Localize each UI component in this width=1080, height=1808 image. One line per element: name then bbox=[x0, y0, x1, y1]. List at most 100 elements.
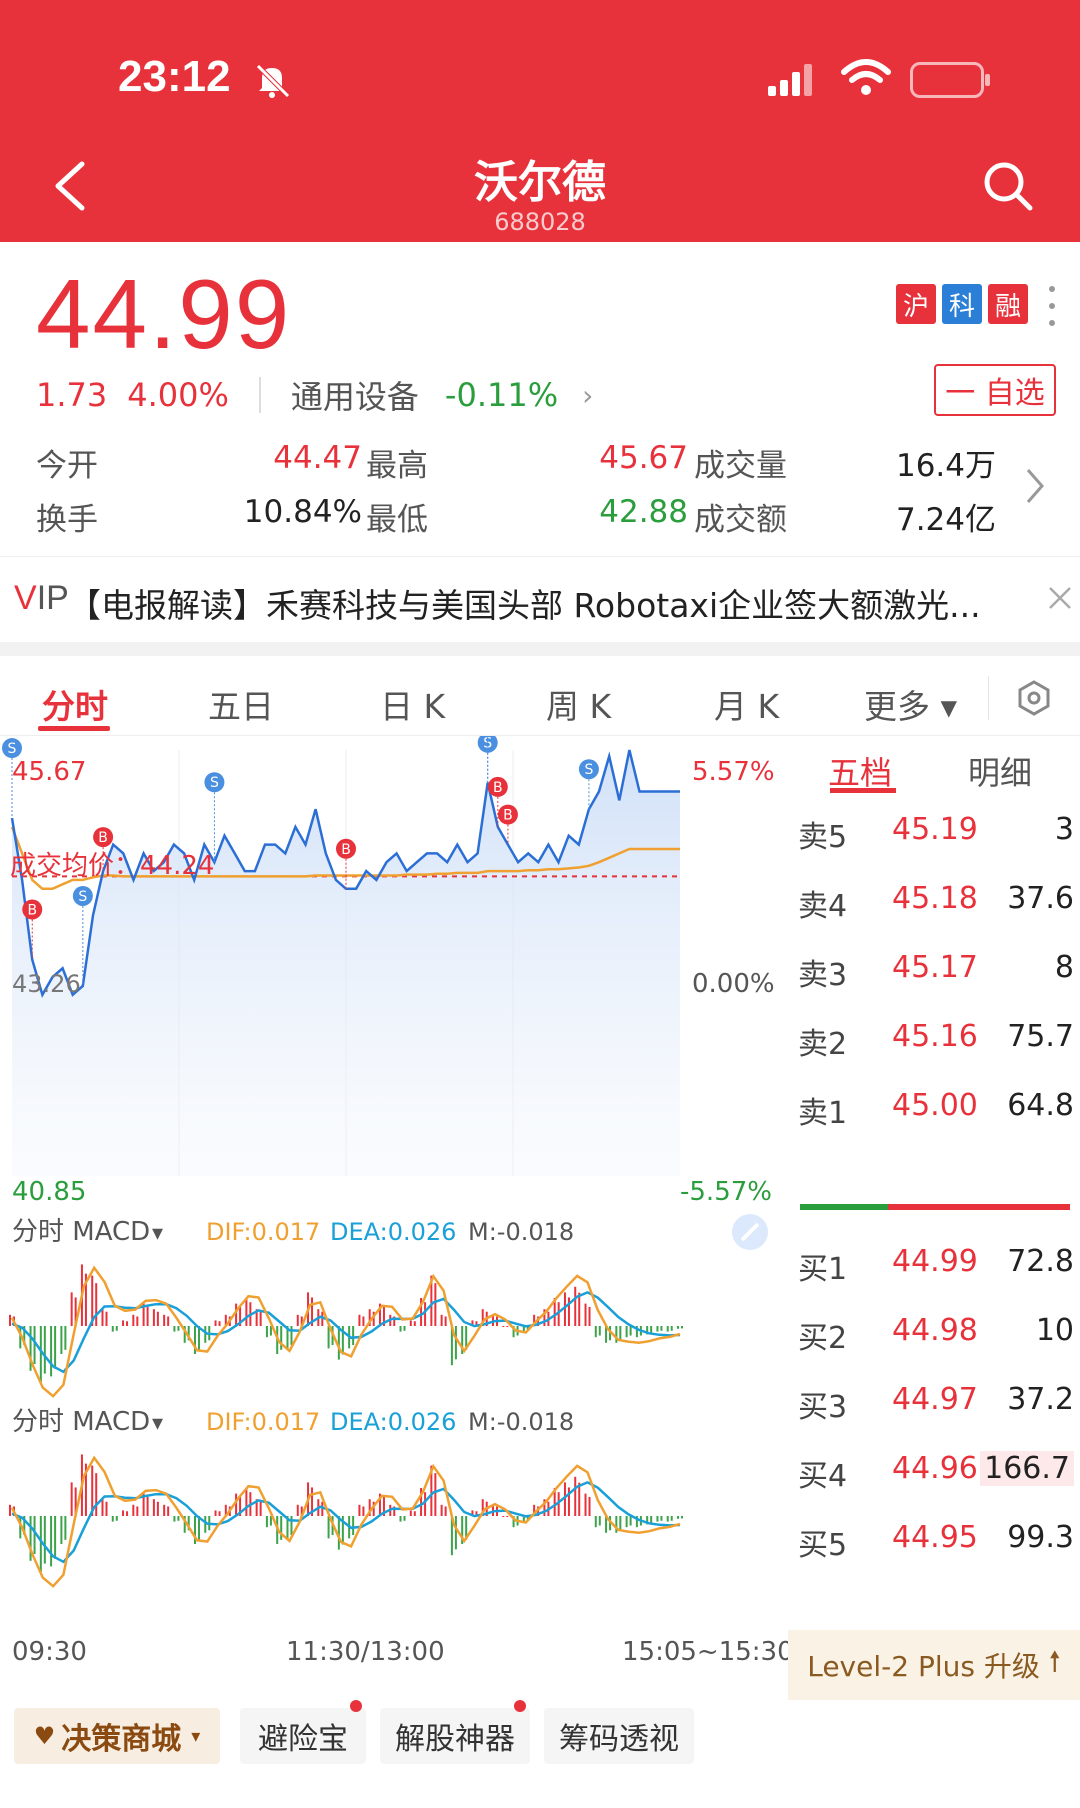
level-name: 卖1 bbox=[798, 1096, 848, 1131]
ask-row[interactable]: 卖1 45.00 64.8 bbox=[796, 1080, 1080, 1131]
sell-marker[interactable]: S bbox=[477, 736, 498, 783]
pct-low-label: -5.57% bbox=[680, 1177, 772, 1207]
macd-bar bbox=[413, 1511, 416, 1516]
tab-weekly-k[interactable]: 周 K bbox=[546, 680, 611, 728]
ask-row[interactable]: 卖4 45.18 37.6 bbox=[796, 873, 1080, 924]
close-icon[interactable] bbox=[1048, 586, 1072, 610]
macd-bar bbox=[43, 1326, 46, 1374]
macd-bar bbox=[204, 1516, 207, 1533]
macd-bar bbox=[399, 1326, 402, 1332]
settings-icon[interactable] bbox=[1014, 678, 1054, 718]
macd-bar bbox=[115, 1326, 118, 1331]
level-volume: 37.2 bbox=[1007, 1382, 1074, 1417]
level-name: 卖3 bbox=[798, 958, 848, 993]
tab-monthly-k[interactable]: 月 K bbox=[714, 680, 779, 728]
macd-bar bbox=[146, 1306, 149, 1326]
tab-intraday[interactable]: 分时 bbox=[42, 680, 108, 728]
bid-row[interactable]: 买3 44.97 37.2 bbox=[796, 1374, 1080, 1425]
macd-bar bbox=[54, 1516, 57, 1559]
macd-bar bbox=[265, 1516, 268, 1528]
stat-label: 最低 bbox=[366, 502, 428, 538]
macd-bar bbox=[629, 1516, 632, 1526]
chevron-down-icon[interactable]: ▾ bbox=[152, 1221, 163, 1246]
macd-bar bbox=[625, 1516, 628, 1528]
macd-bar bbox=[362, 1316, 365, 1326]
macd-bar bbox=[502, 1516, 505, 1517]
sector-change[interactable]: -0.11% bbox=[445, 376, 558, 414]
macd-bar bbox=[122, 1320, 125, 1326]
more-menu-icon[interactable] bbox=[1046, 286, 1058, 326]
macd-bar bbox=[33, 1326, 36, 1365]
macd-title[interactable]: 分时 MACD bbox=[12, 1217, 150, 1247]
macd-bar bbox=[574, 1476, 577, 1516]
tab-detail[interactable]: 明细 bbox=[968, 748, 1032, 794]
svg-text:B: B bbox=[493, 780, 503, 796]
heart-icon: ♥ bbox=[33, 1722, 56, 1750]
bid-row[interactable]: 买1 44.99 72.8 bbox=[796, 1236, 1080, 1287]
tab-daily-k[interactable]: 日 K bbox=[380, 680, 445, 728]
macd-bar bbox=[136, 1316, 139, 1326]
level-price: 44.99 bbox=[892, 1244, 978, 1279]
ask-row[interactable]: 卖3 45.17 8 bbox=[796, 942, 1080, 993]
macd-bar bbox=[677, 1326, 679, 1329]
macd-bar bbox=[666, 1516, 669, 1522]
dif-line bbox=[10, 1455, 681, 1588]
bid-row[interactable]: 买4 44.96 166.7 bbox=[796, 1443, 1080, 1494]
macd-bar bbox=[352, 1516, 355, 1536]
dif-line bbox=[10, 1265, 681, 1398]
macd-bar bbox=[95, 1283, 98, 1326]
macd-bar bbox=[163, 1314, 166, 1326]
macd-bar bbox=[167, 1316, 170, 1326]
decision-mall-button[interactable]: ♥ 决策商城 ▾ bbox=[14, 1708, 220, 1764]
macd-bar bbox=[245, 1488, 248, 1516]
bid-row[interactable]: 买5 44.95 99.3 bbox=[796, 1512, 1080, 1563]
time-start-label: 09:30 bbox=[12, 1637, 87, 1667]
zoom-icon[interactable] bbox=[732, 1214, 768, 1250]
sector-name[interactable]: 通用设备 bbox=[291, 372, 419, 418]
bid-row[interactable]: 买2 44.98 10 bbox=[796, 1305, 1080, 1356]
macd-bar bbox=[594, 1516, 597, 1528]
macd-bar bbox=[454, 1516, 457, 1550]
macd-bar bbox=[656, 1516, 659, 1522]
current-price: 44.99 bbox=[36, 259, 292, 369]
macd-bar bbox=[290, 1516, 293, 1536]
macd-bar bbox=[115, 1516, 118, 1521]
tab-five-day[interactable]: 五日 bbox=[208, 680, 274, 728]
level-name: 买1 bbox=[798, 1252, 848, 1287]
chip-distribution-button[interactable]: 筹码透视 bbox=[544, 1708, 694, 1764]
macd-bar bbox=[245, 1298, 248, 1326]
level-name: 卖2 bbox=[798, 1027, 848, 1062]
status-time: 23:12 bbox=[118, 52, 231, 101]
chevron-right-icon[interactable] bbox=[1022, 466, 1048, 506]
search-icon[interactable] bbox=[982, 160, 1034, 212]
level-name: 买2 bbox=[798, 1321, 848, 1356]
macd-bar bbox=[126, 1511, 129, 1516]
macd-bar bbox=[681, 1516, 683, 1519]
stat-volume: 16.4万 bbox=[895, 448, 996, 484]
macd-bar bbox=[424, 1492, 427, 1516]
time-mid-label: 11:30/13:00 bbox=[286, 1637, 445, 1667]
hedge-button[interactable]: 避险宝 bbox=[240, 1708, 366, 1764]
tab-more[interactable]: 更多 ▾ bbox=[864, 680, 957, 728]
chevron-down-icon[interactable]: ▾ bbox=[152, 1411, 163, 1436]
macd-bar bbox=[9, 1504, 11, 1516]
ask-row[interactable]: 卖2 45.16 75.7 bbox=[796, 1011, 1080, 1062]
stat-label: 成交量 bbox=[694, 448, 787, 484]
bell-muted-icon bbox=[256, 64, 290, 98]
chevron-right-icon[interactable]: › bbox=[582, 379, 593, 412]
macd-bar bbox=[629, 1326, 632, 1336]
news-ticker[interactable]: VIP 【电报解读】禾赛科技与美国头部 Robotaxi企业签大额激光... bbox=[0, 556, 1080, 642]
macd-bar bbox=[578, 1482, 581, 1516]
ask-row[interactable]: 卖5 45.19 3 bbox=[796, 804, 1080, 855]
add-watchlist-button[interactable]: 一 自选 bbox=[934, 364, 1056, 416]
macd-bar bbox=[598, 1326, 601, 1336]
macd-title[interactable]: 分时 MACD bbox=[12, 1407, 150, 1437]
price-low-label: 40.85 bbox=[12, 1177, 86, 1207]
macd-bar bbox=[619, 1516, 622, 1531]
macd-bar bbox=[43, 1516, 46, 1564]
intraday-chart[interactable]: SSSSSSBBBBB 45.67 5.57% 成交均价：44.24 43.26… bbox=[0, 736, 790, 1716]
level2-upgrade-button[interactable]: Level-2 Plus 升级 🠕 bbox=[788, 1630, 1080, 1700]
macd-bar bbox=[594, 1326, 597, 1338]
news-headline[interactable]: 【电报解读】禾赛科技与美国头部 Robotaxi企业签大额激光... bbox=[68, 579, 1008, 627]
stock-analysis-button[interactable]: 解股神器 bbox=[380, 1708, 530, 1764]
